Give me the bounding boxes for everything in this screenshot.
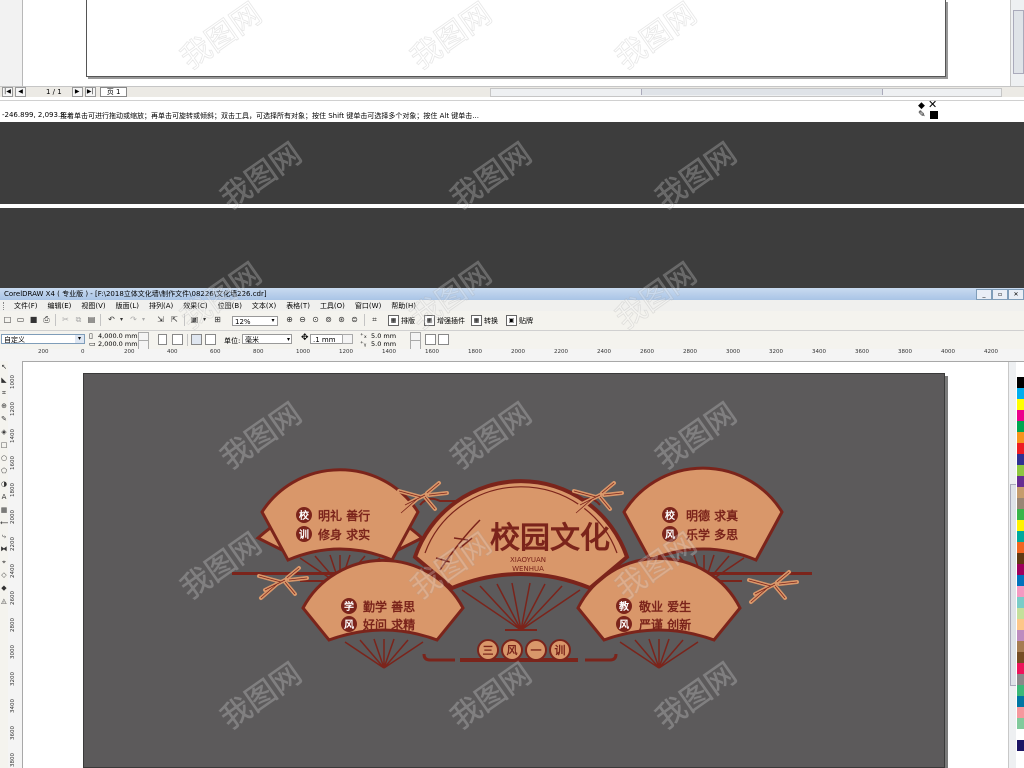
fan-tl-badge-2: 训 xyxy=(299,528,309,541)
fan-br-badge-1: 教 xyxy=(618,600,630,613)
fan-bl-badge-1: 学 xyxy=(344,600,354,613)
fan-bl-line-1: 勤学 善思 xyxy=(363,599,415,614)
main-title: 校园文化 xyxy=(490,521,610,556)
fan-tr-line-1: 明德 求真 xyxy=(686,508,738,523)
badge-feng: 风 xyxy=(507,643,518,657)
fan-tr-badge-1: 校 xyxy=(665,509,676,522)
bottom-badges: 三 风 一 训 xyxy=(477,639,571,661)
fan-bl-badge-2: 风 xyxy=(344,619,354,631)
palette-swatch[interactable] xyxy=(1017,740,1024,752)
fan-tl-line-2: 修身 求实 xyxy=(317,527,370,542)
fan-tr-line-2: 乐学 多思 xyxy=(686,527,738,542)
culture-wall-artwork[interactable]: 校 训 明礼 善行 修身 求实 校 风 明德 求真 乐学 多思 学 风 勤学 善… xyxy=(0,0,1024,768)
badge-san: 三 xyxy=(483,644,494,657)
fan-br-line-1: 敬业 爱生 xyxy=(638,599,691,614)
fan-tl-badge-1: 校 xyxy=(299,509,310,522)
fan-br-badge-2: 风 xyxy=(619,619,629,631)
fan-bl-line-2: 好问 求精 xyxy=(362,617,415,632)
color-palette xyxy=(1016,362,1024,768)
main-subtitle-1: XIAOYUAN xyxy=(510,556,546,564)
badge-xun: 训 xyxy=(555,643,566,657)
main-subtitle-2: WENHUA xyxy=(512,565,544,573)
fan-tl-line-1: 明礼 善行 xyxy=(318,508,370,523)
fan-tr-badge-2: 风 xyxy=(665,529,675,541)
badge-yi: 一 xyxy=(531,644,542,657)
fan-br-line-2: 严谨 创新 xyxy=(638,617,691,632)
